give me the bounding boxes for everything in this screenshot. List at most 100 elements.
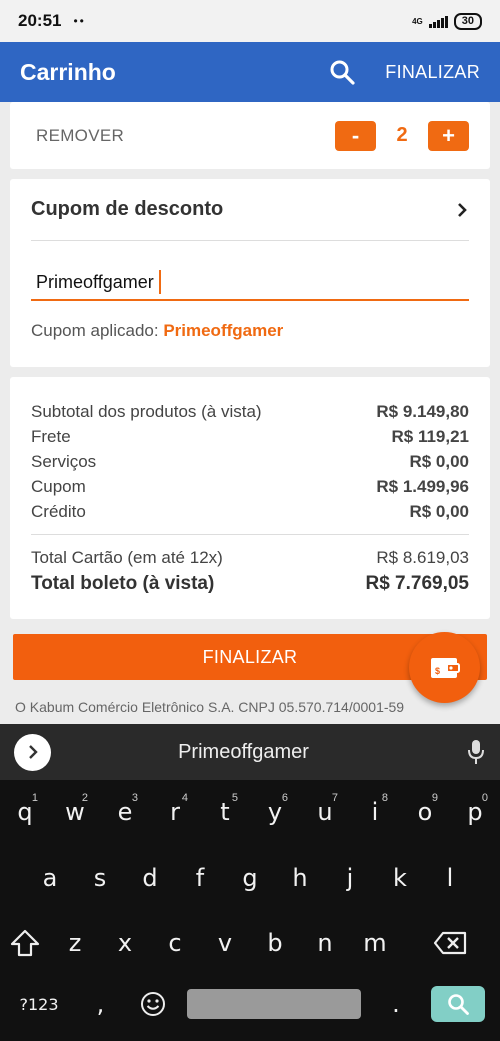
card-total-value: R$ 8.619,03	[376, 548, 469, 567]
legal-text: O Kabum Comércio Eletrônico S.A. CNPJ 05…	[15, 699, 405, 715]
key-q[interactable]: q1	[0, 788, 50, 836]
key-g[interactable]: g	[225, 854, 275, 902]
space-key[interactable]	[187, 989, 361, 1019]
key-l[interactable]: l	[425, 854, 475, 902]
symbols-key[interactable]: ?123	[0, 980, 78, 1028]
shift-icon	[10, 929, 40, 957]
microphone-icon[interactable]	[466, 739, 486, 765]
wallet-icon: $	[430, 657, 460, 678]
period-key[interactable]: .	[361, 980, 431, 1028]
finalize-action[interactable]: FINALIZAR	[385, 62, 480, 83]
key-f[interactable]: f	[175, 854, 225, 902]
text-cursor	[159, 270, 161, 294]
suggestion-word[interactable]: Primeoffgamer	[51, 741, 436, 764]
backspace-icon	[433, 931, 467, 955]
backspace-key[interactable]	[400, 919, 500, 967]
key-e[interactable]: e3	[100, 788, 150, 836]
key-m[interactable]: m	[350, 919, 400, 967]
search-icon	[448, 994, 469, 1015]
coupon-header[interactable]: Cupom de desconto	[31, 179, 469, 241]
search-icon[interactable]	[329, 59, 355, 85]
legal-footer: O Kabum Comércio Eletrônico S.A. CNPJ 05…	[15, 698, 485, 724]
shift-key[interactable]	[0, 919, 50, 967]
summary-label: Subtotal dos produtos (à vista)	[31, 402, 262, 421]
key-y[interactable]: y6	[250, 788, 300, 836]
key-o[interactable]: o9	[400, 788, 450, 836]
coupon-input[interactable]	[36, 271, 161, 293]
coupon-card: Cupom de desconto Cupom aplicado: Primeo…	[10, 179, 490, 367]
summary-value: R$ 1.499,96	[376, 477, 469, 496]
notification-dots: ••	[73, 14, 86, 28]
boleto-total-row: Total boleto (à vista) R$ 7.769,05	[31, 570, 469, 598]
coupon-applied-label: Cupom aplicado:	[31, 321, 159, 340]
card-total-label: Total Cartão (em até 12x)	[31, 548, 223, 567]
key-u[interactable]: u7	[300, 788, 350, 836]
emoji-icon	[141, 992, 165, 1016]
chevron-right-icon	[28, 745, 38, 759]
key-d[interactable]: d	[125, 854, 175, 902]
key-i[interactable]: i8	[350, 788, 400, 836]
signal-icon	[428, 15, 448, 28]
summary-row: Subtotal dos produtos (à vista) R$ 9.149…	[31, 399, 469, 424]
comma-key[interactable]: ,	[78, 980, 123, 1028]
remove-button[interactable]: REMOVER	[36, 126, 124, 146]
emoji-key[interactable]	[123, 980, 183, 1028]
suggestion-strip: Primeoffgamer	[0, 724, 500, 780]
status-bar: 20:51 •• 4G 30	[0, 0, 500, 42]
network-type: 4G	[412, 16, 423, 26]
decrease-button[interactable]: -	[335, 120, 376, 151]
summary-label: Serviços	[31, 452, 97, 471]
key-n[interactable]: n	[300, 919, 350, 967]
cart-item-card: REMOVER - 2 +	[10, 102, 490, 169]
increase-button[interactable]: +	[428, 120, 469, 151]
expand-suggestions-button[interactable]	[14, 733, 51, 771]
key-k[interactable]: k	[375, 854, 425, 902]
summary-value: R$ 0,00	[409, 502, 469, 521]
card-total-row: Total Cartão (em até 12x) R$ 8.619,03	[31, 545, 469, 570]
search-key[interactable]	[431, 986, 485, 1022]
key-r[interactable]: r4	[150, 788, 200, 836]
wallet-fab[interactable]: $	[409, 632, 480, 703]
svg-text:$: $	[435, 666, 440, 676]
status-icons: 4G 30	[412, 12, 482, 30]
coupon-applied: Cupom aplicado: Primeoffgamer	[31, 321, 469, 341]
summary-row: Serviços R$ 0,00	[31, 449, 469, 474]
page-title: Carrinho	[20, 58, 116, 85]
summary-value: R$ 119,21	[391, 427, 469, 446]
order-summary-card: Subtotal dos produtos (à vista) R$ 9.149…	[10, 377, 490, 619]
key-s[interactable]: s	[75, 854, 125, 902]
boleto-total-label: Total boleto (à vista)	[31, 573, 215, 594]
key-b[interactable]: b	[250, 919, 300, 967]
key-j[interactable]: j	[325, 854, 375, 902]
key-a[interactable]: a	[25, 854, 75, 902]
key-x[interactable]: x	[100, 919, 150, 967]
coupon-applied-value: Primeoffgamer	[163, 321, 284, 340]
key-row-1: q1 w2 e3 r4 t5 y6 u7 i8 o9 p0	[0, 788, 500, 836]
key-t[interactable]: t5	[200, 788, 250, 836]
quantity-value: 2	[396, 124, 408, 146]
summary-value: R$ 0,00	[409, 452, 469, 471]
summary-row: Frete R$ 119,21	[31, 424, 469, 449]
key-h[interactable]: h	[275, 854, 325, 902]
summary-value: R$ 9.149,80	[376, 402, 469, 421]
key-z[interactable]: z	[50, 919, 100, 967]
key-w[interactable]: w2	[50, 788, 100, 836]
summary-label: Frete	[31, 427, 71, 446]
coupon-input-wrapper	[31, 265, 469, 301]
key-v[interactable]: v	[200, 919, 250, 967]
coupon-title: Cupom de desconto	[31, 198, 224, 220]
battery-icon: 30	[453, 12, 482, 30]
app-bar: Carrinho FINALIZAR	[0, 42, 500, 102]
summary-row: Cupom R$ 1.499,96	[31, 474, 469, 499]
soft-keyboard: Primeoffgamer q1 w2 e3 r4 t5 y6 u7 i8 o9…	[0, 724, 500, 1041]
summary-row: Crédito R$ 0,00	[31, 499, 469, 524]
boleto-total-value: R$ 7.769,05	[365, 573, 469, 594]
quantity-stepper: - 2 +	[335, 120, 469, 151]
key-row-2: a s d f g h j k l	[0, 854, 500, 902]
status-time: 20:51	[18, 11, 62, 30]
key-c[interactable]: c	[150, 919, 200, 967]
summary-label: Crédito	[31, 502, 86, 521]
key-row-4: ?123 , .	[0, 980, 500, 1028]
divider	[31, 534, 469, 535]
key-p[interactable]: p0	[450, 788, 500, 836]
